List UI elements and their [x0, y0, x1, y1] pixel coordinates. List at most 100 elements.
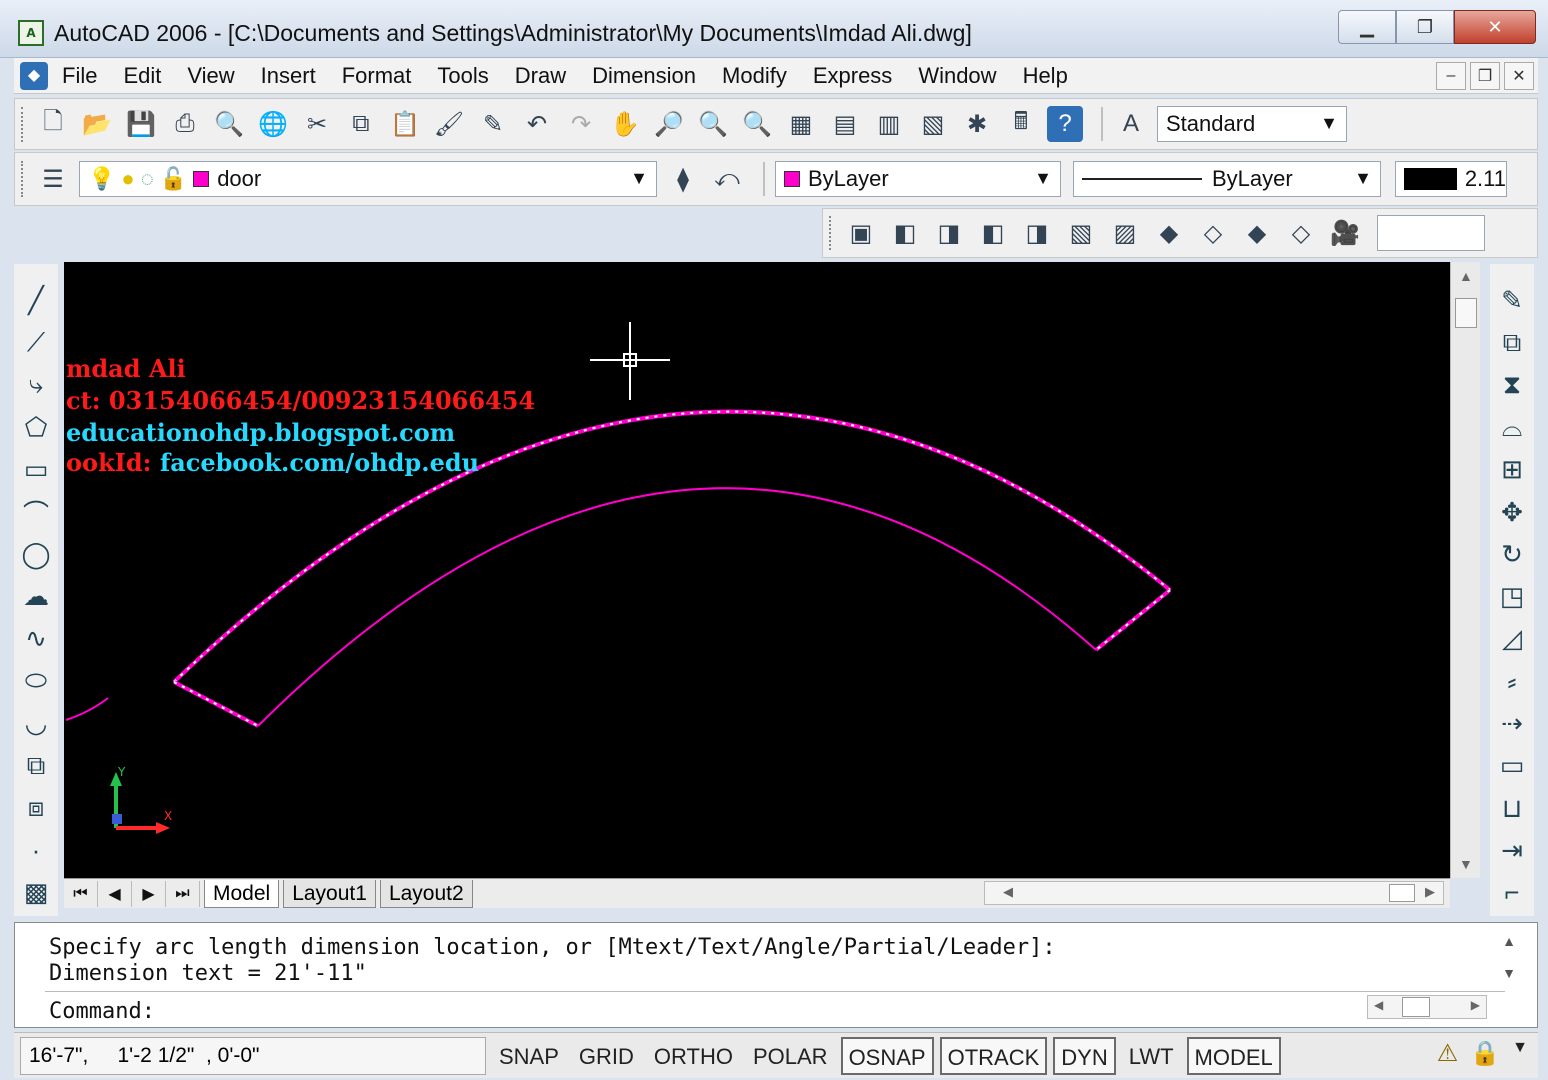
doc-restore-button[interactable]: ❐ [1470, 62, 1500, 90]
camera-icon[interactable]: 🎥 [1327, 215, 1363, 251]
join-icon[interactable]: ⇥ [1494, 831, 1530, 869]
back-view-icon[interactable]: ▨ [1107, 215, 1143, 251]
hatch-icon[interactable]: ▩ [18, 874, 54, 912]
toolbar-grip[interactable] [829, 216, 835, 250]
polygon-icon[interactable]: ⬠ [18, 409, 54, 447]
revision-cloud-icon[interactable]: ☁ [18, 578, 54, 616]
next-tab-icon[interactable]: ▶ [132, 880, 166, 907]
color-select[interactable]: ByLayer ▼ [775, 161, 1061, 197]
polar-toggle[interactable]: POLAR [746, 1037, 835, 1075]
text-style-icon[interactable]: A [1113, 106, 1149, 142]
move-icon[interactable]: ✥ [1494, 493, 1530, 531]
document-icon[interactable]: ◆ [20, 61, 48, 90]
prev-tab-icon[interactable]: ◀ [98, 880, 132, 907]
scroll-left-icon[interactable]: ◀ [1003, 884, 1013, 900]
dyn-toggle[interactable]: DYN [1053, 1036, 1116, 1075]
autocad-app-icon[interactable]: A [18, 20, 44, 46]
construction-line-icon[interactable]: ⟋ [18, 324, 54, 362]
last-tab-icon[interactable]: ⏭ [166, 880, 200, 907]
polyline-icon[interactable]: ⤷ [18, 367, 54, 405]
scroll-right-icon[interactable]: ▶ [1471, 998, 1480, 1012]
menu-modify[interactable]: Modify [722, 63, 787, 89]
scroll-down-icon[interactable]: ▼ [1497, 965, 1521, 981]
chamfer-icon[interactable]: ⌐ [1494, 874, 1530, 912]
doc-minimize-button[interactable]: – [1436, 62, 1466, 90]
trim-icon[interactable]: ⸗ [1494, 662, 1530, 700]
otrack-toggle[interactable]: OTRACK [939, 1036, 1048, 1075]
snap-toggle[interactable]: SNAP [492, 1037, 566, 1075]
menu-dimension[interactable]: Dimension [592, 63, 696, 89]
new-icon[interactable]: 🗋 [35, 106, 71, 142]
left-view-icon[interactable]: ◧ [975, 215, 1011, 251]
insert-block-icon[interactable]: ⧉ [18, 747, 54, 785]
doc-close-button[interactable]: ✕ [1504, 62, 1534, 90]
tool-palettes-icon[interactable]: ▥ [871, 106, 907, 142]
sw-iso-icon[interactable]: ◆ [1151, 215, 1187, 251]
undo-icon[interactable]: ↶ [519, 106, 555, 142]
design-center-icon[interactable]: ▤ [827, 106, 863, 142]
inner-arc[interactable] [257, 487, 1097, 727]
menu-format[interactable]: Format [342, 63, 412, 89]
lineweight-select[interactable]: 2.11 [1395, 161, 1507, 197]
break-icon[interactable]: ⊔ [1494, 789, 1530, 827]
vertical-scroll-thumb[interactable] [1455, 298, 1477, 328]
offset-icon[interactable]: ⌓ [1494, 409, 1530, 447]
status-menu-icon[interactable]: ▼ [1512, 1039, 1528, 1068]
front-view-icon[interactable]: ▧ [1063, 215, 1099, 251]
mirror-icon[interactable]: ⧗ [1494, 367, 1530, 405]
extend-icon[interactable]: ⇢ [1494, 705, 1530, 743]
menu-insert[interactable]: Insert [261, 63, 316, 89]
toolbar-grip[interactable] [21, 160, 27, 198]
maximize-button[interactable]: ❐ [1396, 10, 1454, 44]
layer-previous-icon[interactable]: ⤺ [709, 161, 745, 197]
toolbar-grip[interactable] [21, 106, 27, 142]
spline-icon[interactable]: ∿ [18, 620, 54, 658]
block-editor-icon[interactable]: ✎ [475, 106, 511, 142]
rotate-icon[interactable]: ↻ [1494, 536, 1530, 574]
command-scrollbar[interactable]: ▲ ▼ [1497, 933, 1521, 993]
break-at-point-icon[interactable]: ▭ [1494, 747, 1530, 785]
properties-icon[interactable]: ▦ [783, 106, 819, 142]
circle-icon[interactable]: ◯ [18, 536, 54, 574]
command-hscroll[interactable]: ◀ ▶ [1367, 995, 1487, 1019]
named-views-icon[interactable]: ▣ [843, 215, 879, 251]
stretch-icon[interactable]: ◿ [1494, 620, 1530, 658]
scroll-right-icon[interactable]: ▶ [1425, 884, 1435, 900]
ellipse-arc-icon[interactable]: ◡ [18, 705, 54, 743]
sheet-set-icon[interactable]: ▧ [915, 106, 951, 142]
zoom-window-icon[interactable]: 🔍 [695, 106, 731, 142]
tab-model[interactable]: Model [204, 879, 280, 908]
print-icon[interactable]: ⎙ [167, 106, 203, 142]
osnap-toggle[interactable]: OSNAP [840, 1036, 934, 1075]
grid-toggle[interactable]: GRID [572, 1037, 641, 1075]
match-properties-icon[interactable]: 🖌 [431, 106, 467, 142]
calculator-icon[interactable]: 🖩 [1003, 106, 1039, 142]
linetype-select[interactable]: ByLayer ▼ [1073, 161, 1381, 197]
text-style-select[interactable]: Standard ▼ [1157, 106, 1347, 142]
markup-icon[interactable]: ✱ [959, 106, 995, 142]
toolbar-lock-icon[interactable]: 🔒 [1470, 1039, 1500, 1068]
menu-edit[interactable]: Edit [123, 63, 161, 89]
line-icon[interactable]: ╱ [18, 282, 54, 320]
menu-view[interactable]: View [187, 63, 234, 89]
model-toggle[interactable]: MODEL [1186, 1036, 1281, 1075]
scale-icon[interactable]: ◳ [1494, 578, 1530, 616]
tab-layout1[interactable]: Layout1 [283, 879, 376, 908]
point-icon[interactable]: · [18, 831, 54, 869]
cut-icon[interactable]: ✂ [299, 106, 335, 142]
right-view-icon[interactable]: ◨ [1019, 215, 1055, 251]
make-block-icon[interactable]: ⧈ [18, 789, 54, 827]
menu-help[interactable]: Help [1023, 63, 1068, 89]
view-combo[interactable] [1377, 215, 1485, 251]
menu-file[interactable]: File [62, 63, 97, 89]
menu-window[interactable]: Window [918, 63, 996, 89]
scroll-up-icon[interactable]: ▲ [1497, 933, 1521, 949]
horizontal-scroll-thumb[interactable] [1389, 884, 1415, 902]
rectangle-icon[interactable]: ▭ [18, 451, 54, 489]
menu-draw[interactable]: Draw [515, 63, 566, 89]
layer-manager-icon[interactable]: ☰ [35, 161, 71, 197]
redo-icon[interactable]: ↷ [563, 106, 599, 142]
coordinate-display[interactable]: 16'-7", 1'-2 1/2" , 0'-0" [20, 1036, 486, 1075]
drawing-canvas[interactable]: Y X mdad Ali ct: 03154066454/00923154066… [64, 262, 1450, 878]
vertical-scrollbar[interactable]: ▲ ▼ [1450, 262, 1480, 878]
